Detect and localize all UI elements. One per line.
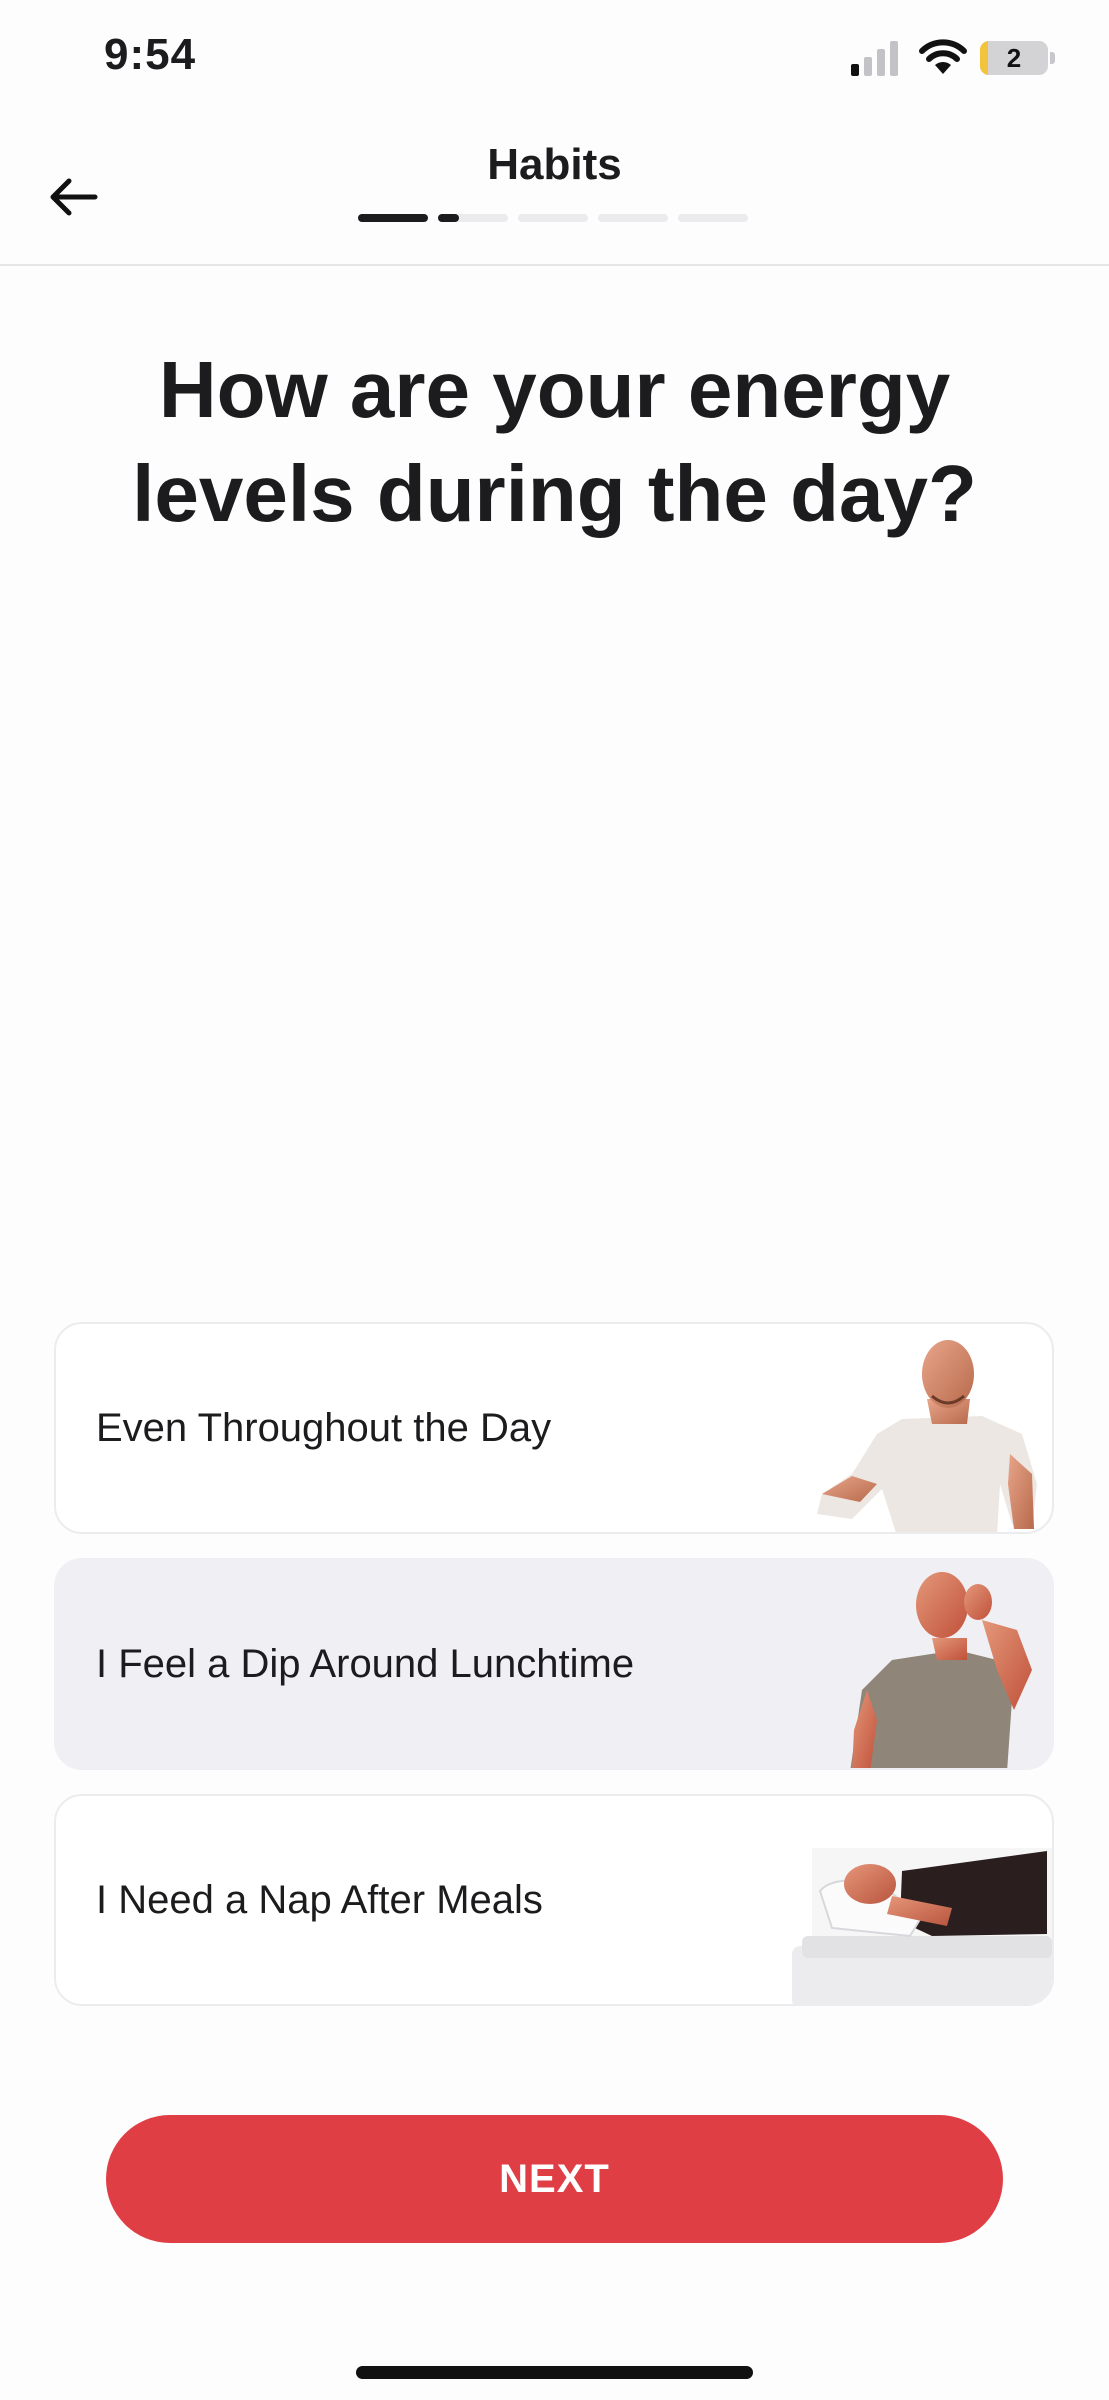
next-button[interactable]: NEXT	[106, 2115, 1003, 2243]
header-title: Habits	[487, 140, 622, 189]
progress-step-fill-1	[358, 214, 428, 222]
progress-step-3	[518, 214, 588, 222]
option-dip-around-lunchtime[interactable]: I Feel a Dip Around Lunchtime	[54, 1558, 1054, 1770]
option-nap-after-meals[interactable]: I Need a Nap After Meals	[54, 1794, 1054, 2006]
option-label: Even Throughout the Day	[96, 1406, 552, 1450]
battery-level: 2	[1006, 43, 1022, 73]
progress-step-fill-2	[438, 214, 459, 222]
sleeping-man-figure	[792, 1848, 1052, 2004]
wifi-icon	[919, 39, 967, 74]
cellular-signal-icon	[851, 41, 898, 76]
progress-step-4	[598, 214, 668, 222]
option-label: I Need a Nap After Meals	[96, 1878, 543, 1922]
step-progress-bar	[358, 214, 750, 222]
status-bar: 9:54 2	[0, 0, 1109, 120]
header: Habits	[0, 120, 1109, 266]
home-indicator	[356, 2366, 753, 2379]
tired-man-figure	[850, 1572, 1032, 1768]
progress-step-5	[678, 214, 748, 222]
battery-cap	[1050, 52, 1055, 64]
status-time: 9:54	[104, 30, 197, 79]
battery-icon: 2	[980, 41, 1048, 75]
energetic-man-figure	[817, 1340, 1037, 1532]
option-label: I Feel a Dip Around Lunchtime	[96, 1642, 635, 1686]
question-title: How are your energy levels during the day…	[132, 345, 977, 538]
option-even-throughout-day[interactable]: Even Throughout the Day	[54, 1322, 1054, 1534]
